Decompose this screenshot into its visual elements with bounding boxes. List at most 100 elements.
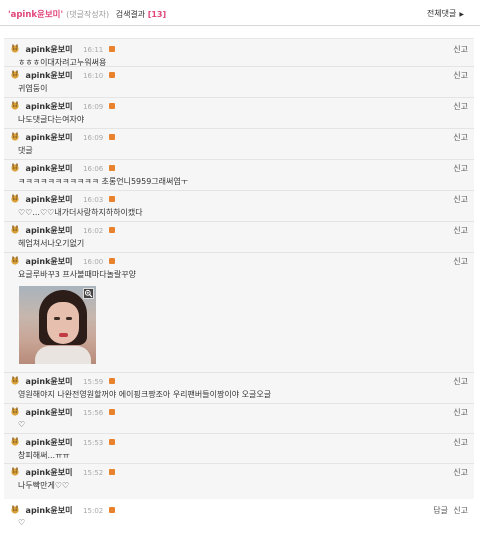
commenter-nickname[interactable]: apink윤보미 <box>26 164 73 173</box>
giraffe-icon <box>11 437 19 446</box>
divider <box>4 221 474 222</box>
report-button[interactable]: 신고 <box>453 194 468 205</box>
comment-text: 나도댓글다는여자야 <box>18 115 85 124</box>
all-comments-button[interactable]: 전체댓글 ▶ <box>427 8 464 19</box>
giraffe-icon <box>11 225 19 234</box>
comment-meta: apink윤보미 16:10 <box>10 70 115 82</box>
comment-time: 16:10 <box>83 72 104 80</box>
reply-button[interactable]: 답글 <box>433 505 448 516</box>
report-button[interactable]: 신고 <box>453 407 468 418</box>
comment-text: 댓글 <box>18 146 33 155</box>
report-button[interactable]: 신고 <box>453 44 468 55</box>
comment-text: ♡ <box>18 518 26 527</box>
report-button[interactable]: 신고 <box>453 101 468 112</box>
giraffe-icon <box>11 44 19 53</box>
report-button[interactable]: 신고 <box>453 505 468 516</box>
search-title: 'apink윤보미' (댓글작성자) 검색결과 [13] <box>8 8 166 20</box>
mobile-icon <box>108 409 115 415</box>
comment-time: 15:53 <box>83 439 104 447</box>
mobile-icon <box>108 258 115 264</box>
mobile-icon <box>108 165 115 171</box>
giraffe-icon <box>11 194 19 203</box>
mobile-icon <box>108 227 115 233</box>
comment-time: 15:59 <box>83 378 104 386</box>
report-button[interactable]: 신고 <box>453 70 468 81</box>
author-tag: (댓글작성자) <box>66 10 110 19</box>
result-count: [13] <box>147 10 167 19</box>
report-button[interactable]: 신고 <box>453 376 468 387</box>
report-button[interactable]: 신고 <box>453 256 468 267</box>
divider <box>4 190 474 191</box>
report-button[interactable]: 신고 <box>453 132 468 143</box>
comment-time: 16:09 <box>83 103 104 111</box>
comment-time: 15:02 <box>83 507 104 515</box>
comment-meta: apink윤보미 15:56 <box>10 407 115 419</box>
comment-meta: apink윤보미 16:09 <box>10 132 115 144</box>
mobile-icon <box>108 46 115 52</box>
comment-text: ㅋㅋㅋㅋㅋㅋㅋㅋㅋㅋㅋ 초롱언니5959그래써염ㅜ <box>18 177 189 186</box>
comment-time: 16:11 <box>83 46 104 54</box>
divider <box>4 372 474 373</box>
giraffe-icon <box>11 101 19 110</box>
comment-text: 영원해야지 나완전영원할꺼야 에이핑크짱조아 우리팬버들이짱이야 오글오글 <box>18 390 272 399</box>
comment-text: ♡ <box>18 420 26 429</box>
giraffe-icon <box>11 256 19 265</box>
report-button[interactable]: 신고 <box>453 163 468 174</box>
commenter-nickname[interactable]: apink윤보미 <box>26 133 73 142</box>
comment-text: 나두빡만게♡♡ <box>18 481 70 490</box>
mobile-icon <box>108 72 115 78</box>
comment-meta: apink윤보미 15:02 <box>10 505 115 517</box>
commenter-nickname[interactable]: apink윤보미 <box>26 257 73 266</box>
divider <box>4 463 474 464</box>
comment-list: apink윤보미 16:11 신고 ㅎㅎㅎ이대자려고누워써용 apink윤보미 … <box>4 38 474 499</box>
result-label: 검색결과 <box>115 10 146 19</box>
comment-time: 15:56 <box>83 409 104 417</box>
zoom-icon[interactable] <box>83 288 94 299</box>
giraffe-icon <box>11 163 19 172</box>
mobile-icon <box>108 196 115 202</box>
giraffe-icon <box>11 376 19 385</box>
comment-time: 16:06 <box>83 165 104 173</box>
divider <box>4 97 474 98</box>
report-button[interactable]: 신고 <box>453 437 468 448</box>
giraffe-icon <box>11 132 19 141</box>
searched-nickname: 'apink윤보미' <box>8 10 64 20</box>
commenter-nickname[interactable]: apink윤보미 <box>26 226 73 235</box>
commenter-nickname[interactable]: apink윤보미 <box>26 102 73 111</box>
comment-meta: apink윤보미 16:00 <box>10 256 115 268</box>
comment-meta: apink윤보미 15:52 <box>10 467 115 479</box>
mobile-icon <box>108 507 115 513</box>
comment-time: 15:52 <box>83 469 104 477</box>
mobile-icon <box>108 469 115 475</box>
commenter-nickname[interactable]: apink윤보미 <box>26 195 73 204</box>
divider <box>4 128 474 129</box>
giraffe-icon <box>11 70 19 79</box>
comment-meta: apink윤보미 16:09 <box>10 101 115 113</box>
comment-text: 창피해써...ㅠㅠ <box>18 451 70 460</box>
comment-time: 16:02 <box>83 227 104 235</box>
attached-photo[interactable] <box>19 286 96 364</box>
commenter-nickname[interactable]: apink윤보미 <box>26 408 73 417</box>
divider <box>4 403 474 404</box>
commenter-nickname[interactable]: apink윤보미 <box>26 468 73 477</box>
comment-meta: apink윤보미 16:11 <box>10 44 115 56</box>
right-arrow-icon: ▶ <box>459 11 464 18</box>
comment-search-header: 'apink윤보미' (댓글작성자) 검색결과 [13] 전체댓글 ▶ <box>0 0 480 26</box>
commenter-nickname[interactable]: apink윤보미 <box>26 438 73 447</box>
comment-text: 헤엄쳐서나오기없기 <box>18 239 85 248</box>
mobile-icon <box>108 103 115 109</box>
comment-text: 귀염둥이 <box>18 84 48 93</box>
commenter-nickname[interactable]: apink윤보미 <box>26 45 73 54</box>
commenter-nickname[interactable]: apink윤보미 <box>26 377 73 386</box>
comment-text: 요글루바꾸3 프사볼때마다놀랄꾸양 <box>18 270 137 279</box>
commenter-nickname[interactable]: apink윤보미 <box>26 506 73 515</box>
divider <box>4 433 474 434</box>
comment-time: 16:00 <box>83 258 104 266</box>
comment-time: 16:03 <box>83 196 104 204</box>
report-button[interactable]: 신고 <box>453 467 468 478</box>
giraffe-icon <box>11 407 19 416</box>
report-button[interactable]: 신고 <box>453 225 468 236</box>
divider <box>4 252 474 253</box>
commenter-nickname[interactable]: apink윤보미 <box>26 71 73 80</box>
divider <box>4 159 474 160</box>
